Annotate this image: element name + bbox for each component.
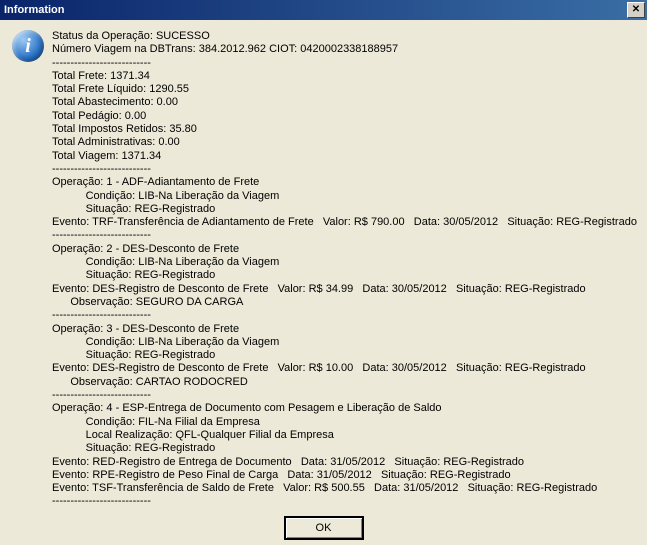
dialog-body: i Status da Operação: SUCESSO Número Via…	[0, 20, 647, 511]
button-row: OK	[0, 511, 647, 545]
ok-button[interactable]: OK	[285, 517, 363, 539]
icon-column: i	[12, 30, 52, 509]
dialog-client: i Status da Operação: SUCESSO Número Via…	[0, 20, 647, 545]
info-icon: i	[12, 30, 44, 62]
message-text: Status da Operação: SUCESSO Número Viage…	[52, 30, 637, 509]
titlebar[interactable]: Information ✕	[0, 0, 647, 20]
close-icon[interactable]: ✕	[627, 2, 645, 18]
window-title: Information	[4, 4, 627, 16]
